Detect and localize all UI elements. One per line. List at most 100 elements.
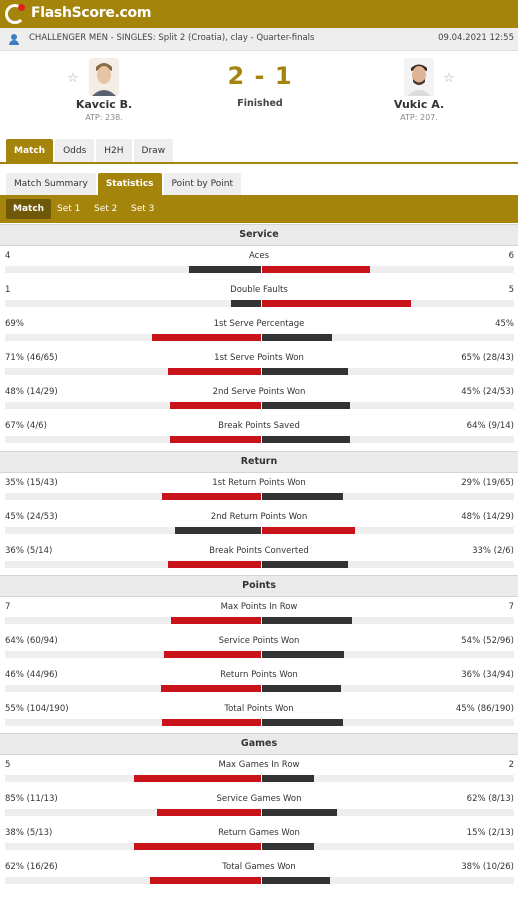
stat-away-value: 15% (2/13) — [466, 828, 514, 838]
away-bar-track — [262, 651, 514, 658]
away-bar-track — [262, 402, 514, 409]
home-stat-bar — [170, 436, 261, 443]
home-stat-bar — [171, 617, 261, 624]
away-bar-track — [262, 617, 514, 624]
tab-draw[interactable]: Draw — [133, 139, 174, 163]
away-stat-bar — [262, 877, 330, 884]
match-status: Finished — [237, 98, 283, 109]
away-player-avatar[interactable] — [404, 58, 434, 96]
stat-away-value: 48% (14/29) — [461, 512, 514, 522]
home-stat-bar — [150, 877, 261, 884]
tabs-divider — [0, 162, 518, 164]
away-bar-track — [262, 493, 514, 500]
stat-name: 1st Serve Points Won — [214, 353, 304, 363]
stat-away-value: 5 — [508, 285, 514, 295]
section-header: Return — [0, 451, 518, 473]
stat-away-value: 45% (24/53) — [461, 387, 514, 397]
header-bar: FlashScore.com — [0, 0, 518, 28]
stat-name: Total Points Won — [224, 704, 294, 714]
home-stat-bar — [231, 300, 261, 307]
favorite-star-icon-away[interactable]: ☆ — [443, 71, 455, 86]
stat-away-value: 6 — [508, 251, 514, 261]
stat-row: 38% (5/13) Return Games Won 15% (2/13) — [0, 828, 518, 856]
stat-row: 69% 1st Serve Percentage 45% — [0, 319, 518, 347]
stat-name: 1st Serve Percentage — [213, 319, 305, 329]
home-player-name[interactable]: Kavcic B. — [64, 98, 144, 111]
stat-away-value: 7 — [508, 602, 514, 612]
stat-name: Return Points Won — [220, 670, 298, 680]
logo-dot-icon — [18, 4, 25, 11]
stat-row: 67% (4/6) Break Points Saved 64% (9/14) — [0, 421, 518, 449]
away-player-name[interactable]: Vukic A. — [379, 98, 459, 111]
away-player[interactable]: Vukic A. ATP: 207. — [379, 58, 459, 122]
home-player[interactable]: Kavcic B. ATP: 238. — [64, 58, 144, 122]
stat-name: 1st Return Points Won — [212, 478, 306, 488]
away-stat-bar — [262, 368, 348, 375]
home-stat-bar — [134, 775, 261, 782]
stat-row: 36% (5/14) Break Points Converted 33% (2/6… — [0, 546, 518, 574]
set-selector: Match Set 1 Set 2 Set 3 — [0, 195, 518, 223]
stat-row: 62% (16/26) Total Games Won 38% (10/26) — [0, 862, 518, 890]
stat-row: 71% (46/65) 1st Serve Points Won 65% (28/4… — [0, 353, 518, 381]
away-stat-bar — [262, 685, 341, 692]
away-stat-bar — [262, 719, 343, 726]
stat-away-value: 65% (28/43) — [461, 353, 514, 363]
away-bar-track — [262, 368, 514, 375]
stat-away-value: 64% (9/14) — [466, 421, 514, 431]
away-stat-bar — [262, 436, 350, 443]
tab-statistics[interactable]: Statistics — [97, 173, 162, 195]
stat-name: Service Games Won — [216, 794, 302, 804]
tab-match[interactable]: Match — [6, 139, 54, 163]
home-stat-bar — [168, 561, 261, 568]
stat-row: 4 Aces 6 — [0, 251, 518, 279]
away-bar-track — [262, 685, 514, 692]
stat-away-value: 62% (8/13) — [466, 794, 514, 804]
tab-match-summary[interactable]: Match Summary — [6, 173, 96, 195]
tab-odds[interactable]: Odds — [55, 139, 95, 163]
away-bar-track — [262, 775, 514, 782]
home-stat-bar — [161, 685, 261, 692]
home-stat-bar — [157, 809, 261, 816]
stat-row: 5 Max Games In Row 2 — [0, 760, 518, 788]
home-stat-bar — [164, 651, 261, 658]
home-bar-track — [5, 266, 261, 273]
away-stat-bar — [262, 617, 352, 624]
tournament-name[interactable]: CHALLENGER MEN - SINGLES: Split 2 (Croat… — [29, 33, 314, 43]
stat-away-value: 36% (34/94) — [461, 670, 514, 680]
tab-point-by-point[interactable]: Point by Point — [163, 173, 241, 195]
away-player-rank: ATP: 207. — [400, 113, 438, 122]
home-bar-track — [5, 685, 261, 692]
home-bar-track — [5, 809, 261, 816]
stat-away-value: 45% (86/190) — [455, 704, 514, 714]
home-stat-bar — [152, 334, 261, 341]
stat-name: Max Games In Row — [218, 760, 300, 770]
away-stat-bar — [262, 651, 344, 658]
away-bar-track — [262, 266, 514, 273]
away-stat-bar — [262, 843, 314, 850]
away-bar-track — [262, 334, 514, 341]
home-bar-track — [5, 561, 261, 568]
section-header: Games — [0, 733, 518, 755]
stat-away-value: 38% (10/26) — [461, 862, 514, 872]
set-tab-1[interactable]: Set 1 — [50, 199, 87, 219]
home-stat-bar — [162, 719, 261, 726]
stat-away-value: 29% (19/65) — [461, 478, 514, 488]
tab-h2h[interactable]: H2H — [96, 139, 132, 163]
set-tab-2[interactable]: Set 2 — [87, 199, 124, 219]
home-stat-bar — [168, 368, 261, 375]
home-bar-track — [5, 775, 261, 782]
away-bar-track — [262, 561, 514, 568]
home-bar-track — [5, 877, 261, 884]
set-tab-3[interactable]: Set 3 — [124, 199, 161, 219]
home-bar-track — [5, 436, 261, 443]
logo-text[interactable]: FlashScore.com — [31, 5, 151, 21]
stat-name: 2nd Return Points Won — [210, 512, 308, 522]
stat-row: 35% (15/43) 1st Return Points Won 29% (19/… — [0, 478, 518, 506]
away-stat-bar — [262, 527, 355, 534]
set-tab-match[interactable]: Match — [6, 199, 52, 219]
home-player-avatar[interactable] — [89, 58, 119, 96]
stat-away-value: 54% (52/96) — [461, 636, 514, 646]
person-icon — [8, 34, 20, 45]
stat-name: Service Points Won — [218, 636, 300, 646]
stat-row: 48% (14/29) 2nd Serve Points Won 45% (24/5… — [0, 387, 518, 415]
